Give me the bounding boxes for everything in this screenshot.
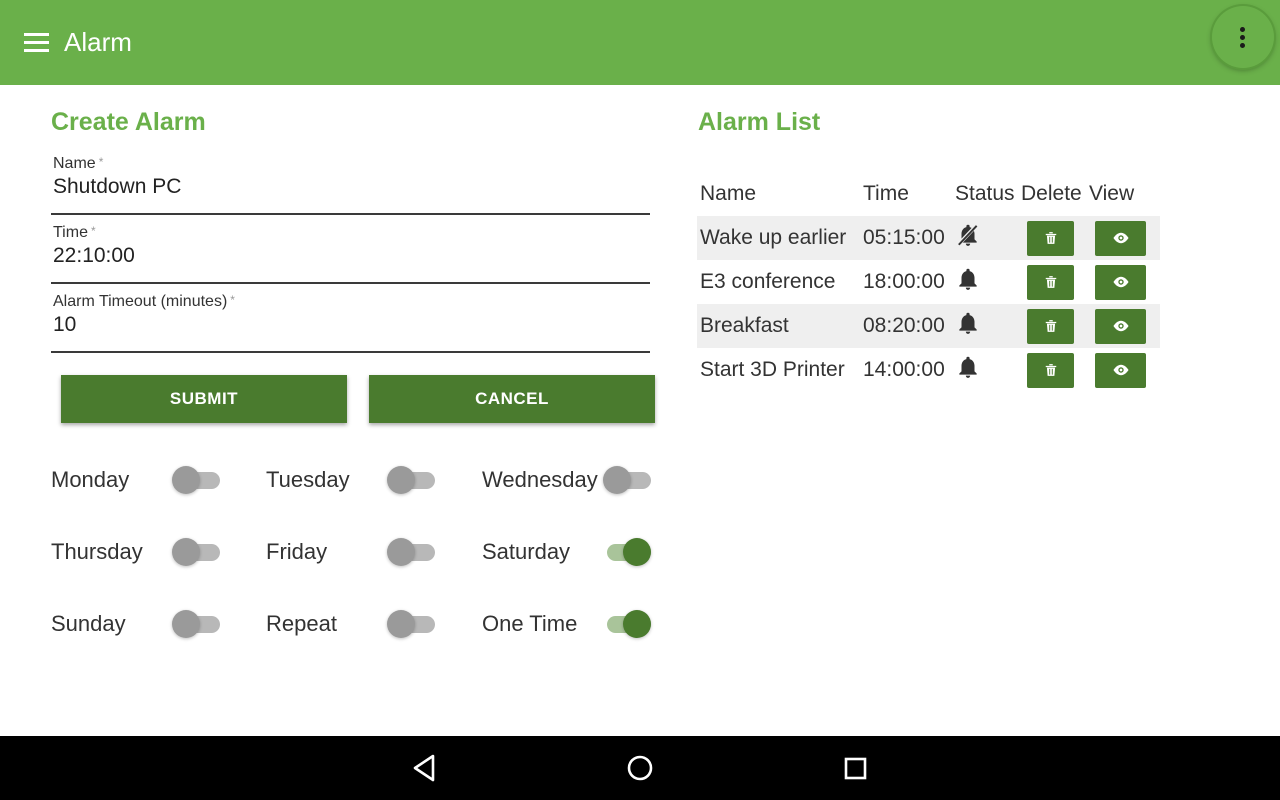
trash-icon <box>1045 276 1056 288</box>
view-button[interactable] <box>1095 352 1146 388</box>
eye-icon <box>1113 232 1128 244</box>
bell-off-icon[interactable] <box>955 223 981 253</box>
tuesday-switch[interactable] <box>387 465 437 495</box>
friday-switch[interactable] <box>387 537 437 567</box>
bell-icon[interactable] <box>955 312 981 341</box>
header-view: View <box>1089 182 1135 205</box>
alarm-name: Wake up earlier <box>697 216 860 260</box>
header-time: Time <box>863 182 909 205</box>
bell-icon[interactable] <box>955 268 981 297</box>
wednesday-label: Wednesday <box>482 467 598 492</box>
table-row: E3 conference 18:00:00 <box>697 260 1160 304</box>
eye-icon <box>1113 276 1128 288</box>
recents-square-icon[interactable] <box>833 746 877 790</box>
monday-switch[interactable] <box>172 465 222 495</box>
alarm-list-title: Alarm List <box>698 108 821 136</box>
delete-button[interactable] <box>1027 264 1074 300</box>
time-field[interactable]: Time * 22:10:00 <box>51 224 650 284</box>
timeout-field[interactable]: Alarm Timeout (minutes) * 10 <box>51 293 650 353</box>
alarm-name: Start 3D Printer <box>700 358 845 381</box>
alarm-name: Breakfast <box>697 304 860 348</box>
alarm-name: E3 conference <box>700 270 836 293</box>
monday-label: Monday <box>51 467 130 492</box>
header-delete: Delete <box>1021 182 1082 205</box>
alarm-time: 18:00:00 <box>863 270 945 293</box>
friday-label: Friday <box>266 539 328 564</box>
header-status: Status <box>955 182 1015 205</box>
saturday-label: Saturday <box>482 539 571 564</box>
saturday-switch[interactable] <box>603 537 653 567</box>
table-row: Wake up earlier 05:15:00 <box>697 216 1160 260</box>
view-button[interactable] <box>1095 264 1146 300</box>
alarm-time: 08:20:00 <box>860 304 952 348</box>
hamburger-menu-icon[interactable] <box>24 33 50 53</box>
name-label: Name * <box>53 155 104 172</box>
app-title: Alarm <box>64 27 132 57</box>
alarm-table: Name Time Status Delete View Wake up ear… <box>697 172 1160 392</box>
name-input[interactable]: Shutdown PC <box>53 175 181 199</box>
name-field[interactable]: Name * Shutdown PC <box>51 155 650 215</box>
one-time-switch[interactable] <box>603 609 653 639</box>
more-vertical-icon[interactable] <box>1212 6 1274 68</box>
trash-icon <box>1045 232 1056 244</box>
system-nav-bar <box>0 736 1280 800</box>
header-name: Name <box>700 182 757 205</box>
sunday-label: Sunday <box>51 611 126 636</box>
delete-button[interactable] <box>1027 220 1074 256</box>
thursday-switch[interactable] <box>172 537 222 567</box>
delete-button[interactable] <box>1027 352 1074 388</box>
cancel-button[interactable]: CANCEL <box>369 375 655 423</box>
delete-button[interactable] <box>1027 308 1074 344</box>
eye-icon <box>1113 364 1128 376</box>
tuesday-label: Tuesday <box>266 467 350 492</box>
sunday-switch[interactable] <box>172 609 222 639</box>
home-circle-icon[interactable] <box>618 746 662 790</box>
table-header-row: Name Time Status Delete View <box>697 172 1160 216</box>
trash-icon <box>1045 364 1056 376</box>
time-input[interactable]: 22:10:00 <box>53 244 135 268</box>
app-bar: Alarm <box>0 0 1280 85</box>
thursday-label: Thursday <box>51 539 143 564</box>
submit-button[interactable]: SUBMIT <box>61 375 347 423</box>
repeat-label: Repeat <box>266 611 337 636</box>
alarm-time: 05:15:00 <box>860 216 952 260</box>
table-row: Breakfast 08:20:00 <box>697 304 1160 348</box>
view-button[interactable] <box>1095 308 1146 344</box>
alarm-time: 14:00:00 <box>863 358 945 381</box>
time-label: Time * <box>53 224 96 241</box>
timeout-input[interactable]: 10 <box>53 313 76 337</box>
table-row: Start 3D Printer 14:00:00 <box>697 348 1160 392</box>
bell-icon[interactable] <box>955 356 981 385</box>
wednesday-switch[interactable] <box>603 465 653 495</box>
repeat-switch[interactable] <box>387 609 437 639</box>
trash-icon <box>1045 320 1056 332</box>
back-triangle-icon[interactable] <box>403 746 447 790</box>
one-time-label: One Time <box>482 611 578 636</box>
create-alarm-title: Create Alarm <box>51 108 206 136</box>
eye-icon <box>1113 320 1128 332</box>
view-button[interactable] <box>1095 220 1146 256</box>
timeout-label: Alarm Timeout (minutes) * <box>53 293 235 310</box>
